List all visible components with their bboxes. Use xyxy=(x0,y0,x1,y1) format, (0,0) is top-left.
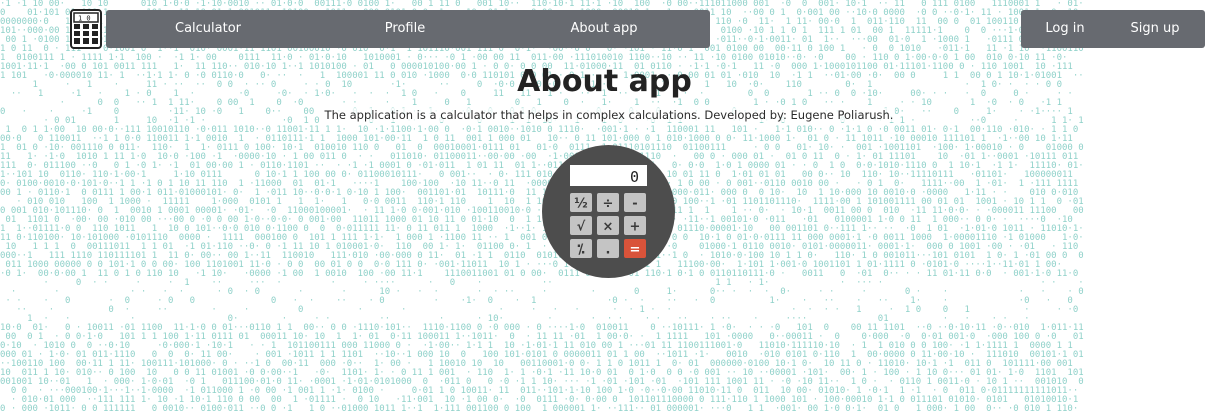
page-title: About app xyxy=(517,64,692,99)
calculator-keypad: ½ ÷ - √ × + ⁒. = xyxy=(570,193,646,258)
logo-display-text: 1 0 xyxy=(78,15,91,23)
calculator-key-label: ÷ xyxy=(603,197,614,212)
calculator-display-value: 0 xyxy=(630,168,639,186)
page: ·1 ·1 10 00· 10 10 010 1·0·0 ·1·10·0010 … xyxy=(0,0,1209,412)
calculator-illustration: 0 ½ ÷ - √ × + ⁒. = xyxy=(542,145,675,278)
calculator-key-label: = xyxy=(630,243,641,258)
nav-calculator[interactable]: Calculator xyxy=(175,10,241,48)
login-link[interactable]: Log in xyxy=(1045,10,1084,48)
app-description: The application is a calculator that hel… xyxy=(0,108,1209,122)
calculator-key-label: × xyxy=(603,220,614,235)
calculator-logo-icon[interactable]: 1 0 xyxy=(70,9,102,49)
calculator-key-label: ½ xyxy=(574,197,587,212)
main-navbar: Calculator Profile About app xyxy=(106,10,710,48)
calculator-key-label: ⁒ xyxy=(577,243,584,258)
calculator-key-label: . xyxy=(606,243,611,258)
calculator-key-label: - xyxy=(632,197,637,212)
signup-link[interactable]: Sign up xyxy=(1131,10,1180,48)
nav-profile[interactable]: Profile xyxy=(385,10,425,48)
nav-about-app[interactable]: About app xyxy=(570,10,637,48)
calculator-key-label: √ xyxy=(577,220,586,235)
calculator-key-label: + xyxy=(630,220,641,235)
auth-navbar: Log in Sign up xyxy=(1021,10,1205,48)
app-description-text: The application is a calculator that hel… xyxy=(322,108,896,122)
